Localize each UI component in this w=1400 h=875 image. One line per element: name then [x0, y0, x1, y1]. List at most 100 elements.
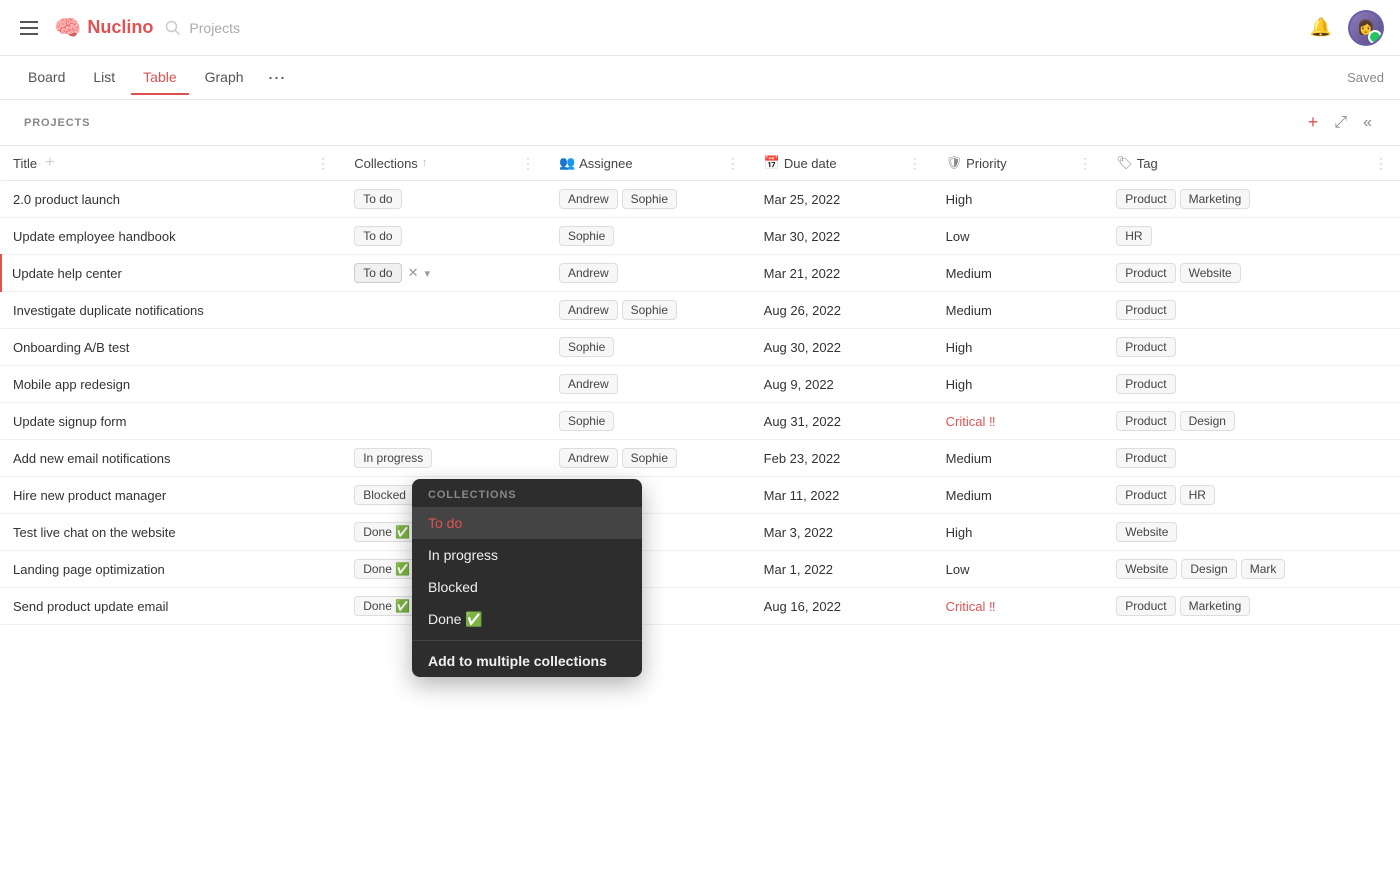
dropdown-item-todo[interactable]: To do	[412, 507, 642, 539]
assignee-cell[interactable]: AndrewSophie	[547, 440, 752, 477]
assignee-cell[interactable]: Sophie	[547, 329, 752, 366]
search-icon	[165, 20, 181, 36]
tag-cell[interactable]: Website	[1104, 514, 1400, 551]
collection-badge: Done ✅	[354, 522, 419, 542]
tab-board[interactable]: Board	[16, 61, 77, 95]
tag-cell[interactable]: ProductDesign	[1104, 403, 1400, 440]
collections-col-label: Collections	[354, 156, 418, 171]
assignee-chip: Andrew	[559, 374, 618, 394]
tag-cell[interactable]: Product	[1104, 329, 1400, 366]
collection-cell[interactable]	[342, 366, 547, 403]
title-cell[interactable]: Update help center	[1, 255, 342, 292]
tag-cell[interactable]: ProductMarketing	[1104, 181, 1400, 218]
priority-col-icon: 🛡	[946, 155, 963, 171]
add-col-icon[interactable]: +	[45, 154, 54, 172]
expand-button[interactable]: ⤢	[1330, 112, 1351, 134]
dropdown-add-multiple[interactable]: Add to multiple collections	[412, 645, 642, 677]
title-cell[interactable]: Onboarding A/B test	[1, 329, 342, 366]
assignee-cell[interactable]: AndrewSophie	[547, 292, 752, 329]
table-row: Mobile app redesignAndrewAug 9, 2022High…	[1, 366, 1400, 403]
assignee-cell[interactable]: Sophie	[547, 403, 752, 440]
tab-list[interactable]: List	[81, 61, 127, 95]
collection-cell[interactable]: In progress	[342, 440, 547, 477]
tab-more-button[interactable]: ⋯	[260, 65, 294, 91]
title-cell[interactable]: Test live chat on the website	[1, 514, 342, 551]
tag-chip: Mark	[1241, 559, 1286, 579]
collection-cell[interactable]	[342, 329, 547, 366]
due-date-cell: Mar 30, 2022	[752, 218, 934, 255]
collections-sort-icon[interactable]: ↑	[422, 157, 428, 169]
tab-graph[interactable]: Graph	[193, 61, 256, 95]
table-row: 2.0 product launchTo doAndrewSophieMar 2…	[1, 181, 1400, 218]
due-date-cell: Aug 16, 2022	[752, 588, 934, 625]
due-date-cell: Aug 9, 2022	[752, 366, 934, 403]
collection-cell[interactable]: To do	[342, 218, 547, 255]
tab-table[interactable]: Table	[131, 61, 188, 95]
tag-col-menu-icon[interactable]: ⋮	[1374, 155, 1388, 172]
title-cell[interactable]: Investigate duplicate notifications	[1, 292, 342, 329]
notification-bell-icon[interactable]: 🔔	[1310, 17, 1332, 38]
collections-col-menu-icon[interactable]: ⋮	[521, 155, 535, 172]
title-cell[interactable]: Hire new product manager	[1, 477, 342, 514]
table-row: Test live chat on the websiteDone ✅Sophi…	[1, 514, 1400, 551]
hamburger-button[interactable]	[16, 17, 42, 39]
dropdown-item-blocked[interactable]: Blocked	[412, 571, 642, 603]
add-item-button[interactable]: +	[1304, 110, 1323, 135]
user-avatar[interactable]: 👩	[1348, 10, 1384, 46]
tag-chip: Website	[1116, 559, 1177, 579]
tag-cell[interactable]: HR	[1104, 218, 1400, 255]
table-head: Title + ⋮ Collections ↑ ⋮	[1, 146, 1400, 181]
priority-cell: High	[934, 514, 1105, 551]
assignee-cell[interactable]: Sophie	[547, 218, 752, 255]
due-date-col-menu-icon[interactable]: ⋮	[908, 155, 922, 172]
collection-dropdown-arrow[interactable]: ▾	[424, 267, 430, 280]
title-cell[interactable]: Mobile app redesign	[1, 366, 342, 403]
assignee-chip: Sophie	[559, 226, 614, 246]
collapse-button[interactable]: «	[1359, 112, 1376, 134]
title-cell[interactable]: Add new email notifications	[1, 440, 342, 477]
row-title: Test live chat on the website	[13, 525, 176, 540]
dropdown-item-done[interactable]: Done ✅	[412, 603, 642, 636]
title-cell[interactable]: Update signup form	[1, 403, 342, 440]
logo-icon: 🧠	[54, 15, 81, 41]
title-cell[interactable]: Send product update email	[1, 588, 342, 625]
table-section: PROJECTS + ⤢ « Title + ⋮	[0, 100, 1400, 875]
collection-cell[interactable]: To do	[342, 181, 547, 218]
collection-cell[interactable]: To do ✕ ▾	[342, 255, 547, 292]
priority-col-menu-icon[interactable]: ⋮	[1078, 155, 1092, 172]
assignee-col-menu-icon[interactable]: ⋮	[726, 155, 740, 172]
table-wrapper: Title + ⋮ Collections ↑ ⋮	[0, 146, 1400, 875]
assignee-cell[interactable]: Andrew	[547, 366, 752, 403]
tag-cell[interactable]: WebsiteDesignMark	[1104, 551, 1400, 588]
title-cell[interactable]: Update employee handbook	[1, 218, 342, 255]
col-collections: Collections ↑ ⋮	[342, 146, 547, 181]
priority-value: Medium	[946, 266, 992, 281]
title-cell[interactable]: Landing page optimization	[1, 551, 342, 588]
tag-cell[interactable]: Product	[1104, 292, 1400, 329]
logo-text: Nuclino	[87, 17, 153, 38]
dropdown-item-inprogress[interactable]: In progress	[412, 539, 642, 571]
assignee-cell[interactable]: AndrewSophie	[547, 181, 752, 218]
collection-cell[interactable]	[342, 292, 547, 329]
col-assignee: 👥 Assignee ⋮	[547, 146, 752, 181]
tag-cell[interactable]: ProductHR	[1104, 477, 1400, 514]
assignee-col-label: Assignee	[579, 156, 632, 171]
collection-badge: Blocked	[354, 485, 415, 505]
clear-collection-button[interactable]: ✕	[406, 265, 421, 281]
search-bar[interactable]: Projects	[165, 20, 240, 36]
tag-cell[interactable]: ProductWebsite	[1104, 255, 1400, 292]
search-placeholder: Projects	[189, 20, 240, 36]
title-cell[interactable]: 2.0 product launch	[1, 181, 342, 218]
due-date-cell: Mar 21, 2022	[752, 255, 934, 292]
row-title: Update help center	[12, 266, 122, 281]
tag-chip: Product	[1116, 411, 1175, 431]
tag-cell[interactable]: ProductMarketing	[1104, 588, 1400, 625]
tag-cell[interactable]: Product	[1104, 440, 1400, 477]
tag-chip: Product	[1116, 596, 1175, 616]
title-col-menu-icon[interactable]: ⋮	[316, 155, 330, 172]
assignee-chip: Andrew	[559, 300, 618, 320]
assignee-cell[interactable]: Andrew	[547, 255, 752, 292]
priority-value: High	[946, 525, 973, 540]
tag-cell[interactable]: Product	[1104, 366, 1400, 403]
collection-cell[interactable]	[342, 403, 547, 440]
